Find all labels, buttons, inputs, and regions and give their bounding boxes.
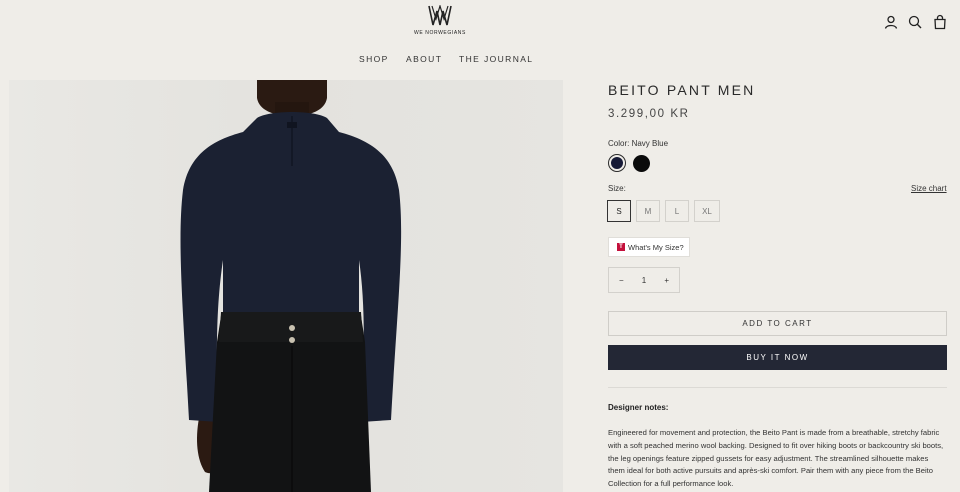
nav-item-shop[interactable]: SHOP — [359, 54, 389, 64]
brand-logo[interactable]: WE NORWEGIANS — [409, 5, 471, 36]
quantity-stepper: − 1 + — [608, 267, 680, 293]
account-icon[interactable] — [883, 14, 899, 30]
size-label: Size: — [608, 184, 626, 193]
divider — [608, 387, 947, 388]
product-photo-illustration — [180, 80, 402, 492]
logo-mark-icon — [428, 5, 452, 26]
main-nav: SHOP ABOUT THE JOURNAL — [0, 54, 960, 68]
size-option-l[interactable]: L — [665, 200, 689, 222]
whats-my-size-label: What's My Size? — [628, 242, 684, 252]
qty-increase-button[interactable]: + — [664, 276, 669, 285]
color-swatch-navy[interactable] — [608, 154, 626, 172]
designer-notes-text: Engineered for movement and protection, … — [608, 428, 944, 489]
buy-it-now-button[interactable]: BUY IT NOW — [608, 345, 947, 370]
product-price: 3.299,00 KR — [608, 108, 690, 120]
designer-notes-heading: Designer notes: — [608, 403, 669, 412]
true-fit-logo-icon: T — [617, 243, 625, 251]
color-swatch-black[interactable] — [633, 155, 650, 172]
add-to-cart-button[interactable]: ADD TO CART — [608, 311, 947, 336]
product-image[interactable] — [9, 80, 563, 492]
qty-value[interactable]: 1 — [642, 276, 646, 285]
whats-my-size-button[interactable]: T What's My Size? — [608, 237, 690, 257]
size-option-s[interactable]: S — [607, 200, 631, 222]
qty-decrease-button[interactable]: − — [619, 276, 624, 285]
color-label: Color: Navy Blue — [608, 139, 669, 148]
size-option-m[interactable]: M — [636, 200, 660, 222]
nav-item-about[interactable]: ABOUT — [406, 54, 442, 64]
cart-icon[interactable] — [932, 14, 948, 30]
size-option-xl[interactable]: XL — [694, 200, 720, 222]
size-chart-link[interactable]: Size chart — [911, 184, 947, 193]
brand-name: WE NORWEGIANS — [414, 30, 466, 36]
nav-item-journal[interactable]: THE JOURNAL — [459, 54, 533, 64]
product-title: BEITO PANT MEN — [608, 82, 756, 98]
search-icon[interactable] — [907, 14, 923, 30]
